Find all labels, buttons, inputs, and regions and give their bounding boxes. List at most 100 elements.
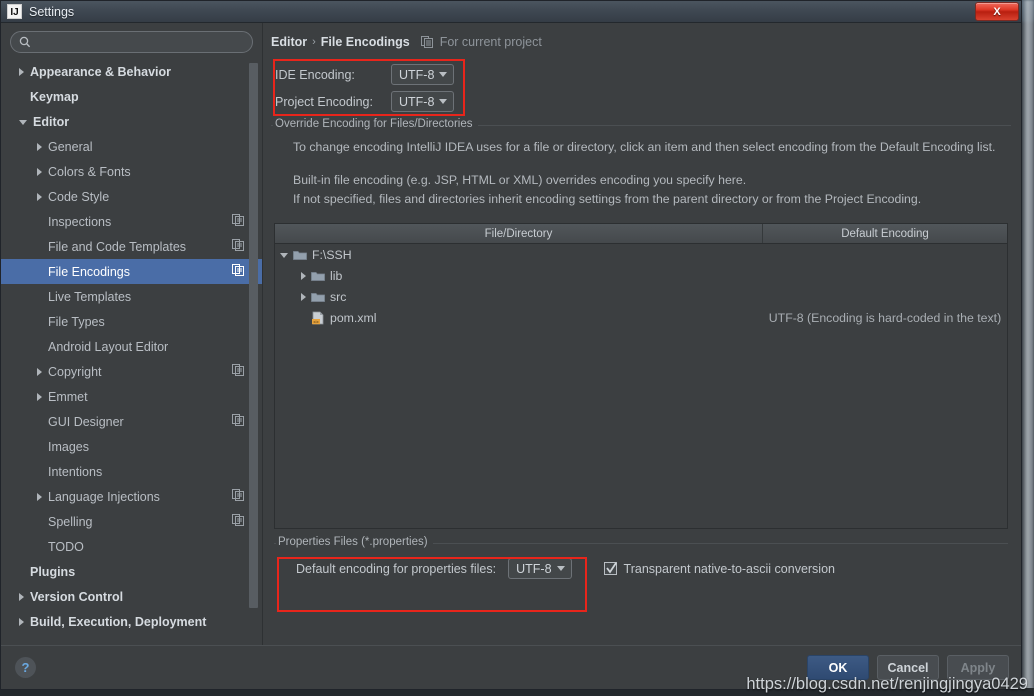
sidebar-item-editor[interactable]: Editor (1, 109, 262, 134)
sidebar-item-file-and-code-templates[interactable]: File and Code Templates (1, 234, 262, 259)
sidebar-item-label: Colors & Fonts (48, 164, 131, 179)
override-encoding-group-title: Override Encoding for Files/Directories (273, 118, 478, 130)
native-to-ascii-checkbox-row[interactable]: Transparent native-to-ascii conversion (603, 562, 835, 576)
copy-icon (232, 214, 244, 226)
sidebar-item-todo[interactable]: TODO (1, 534, 262, 559)
sidebar-item-version-control[interactable]: Version Control (1, 584, 262, 609)
copy-icon (232, 414, 244, 426)
sidebar-item-label: Code Style (48, 189, 110, 204)
settings-dialog: IJ Settings X Appearance & Behavior Keyma… (0, 0, 1022, 690)
sidebar-item-code-style[interactable]: Code Style (1, 184, 262, 209)
properties-encoding-dropdown[interactable]: UTF-8 (508, 558, 572, 579)
sidebar-item-keymap[interactable]: Keymap (1, 84, 262, 109)
table-row[interactable]: F:\SSH (275, 244, 1007, 265)
chevron-right-icon[interactable] (37, 492, 42, 501)
sidebar-item-build-execution-deployment[interactable]: Build, Execution, Deployment (1, 609, 262, 634)
sidebar-item-label: Build, Execution, Deployment (30, 614, 207, 629)
dialog-title-bar[interactable]: IJ Settings X (1, 1, 1021, 23)
ide-encoding-value: UTF-8 (399, 67, 435, 82)
sidebar-item-intentions[interactable]: Intentions (1, 459, 262, 484)
sidebar-item-label: Spelling (48, 514, 93, 529)
chevron-right-icon[interactable] (19, 592, 24, 601)
svg-text:<>: <> (313, 319, 319, 325)
chevron-down-icon (556, 566, 565, 571)
sidebar-item-label: Appearance & Behavior (30, 64, 172, 79)
sidebar-item-plugins[interactable]: Plugins (1, 559, 262, 584)
sidebar-item-inspections[interactable]: Inspections (1, 209, 262, 234)
copy-icon (232, 489, 244, 501)
encoding-settings-rows: IDE Encoding: UTF-8 Project Encoding: UTF-8 (271, 59, 1011, 117)
ide-encoding-label: IDE Encoding: (275, 67, 355, 82)
copy-icon (232, 364, 244, 376)
sidebar-item-copyright[interactable]: Copyright (1, 359, 262, 384)
chevron-right-icon[interactable] (37, 367, 42, 376)
sidebar-item-file-types[interactable]: File Types (1, 309, 262, 334)
properties-encoding-value: UTF-8 (516, 561, 552, 576)
encoding-row-ide-encoding: IDE Encoding: UTF-8 (275, 61, 1011, 88)
table-body: F:\SSH lib src <> pom.xml UTF-8 (Encoding is … (275, 244, 1007, 528)
xml-file-icon: <> (312, 311, 324, 325)
chevron-right-icon[interactable] (37, 192, 42, 201)
close-window-button[interactable]: X (975, 2, 1019, 21)
sidebar-item-live-templates[interactable]: Live Templates (1, 284, 262, 309)
sidebar-item-label: File Types (48, 314, 105, 329)
dialog-title: Settings (29, 4, 75, 19)
override-encoding-group-body: To change encoding IntelliJ IDEA uses fo… (271, 126, 1011, 209)
column-header-file-directory[interactable]: File/Directory (275, 224, 763, 243)
sidebar-item-label: Version Control (30, 589, 124, 604)
folder-icon (311, 271, 325, 281)
properties-files-group: Properties Files (*.properties) Default … (274, 536, 1008, 579)
sidebar-item-emmet[interactable]: Emmet (1, 384, 262, 409)
native-to-ascii-checkbox[interactable] (603, 562, 617, 575)
chevron-down-icon[interactable] (19, 120, 27, 125)
breadcrumb: Editor › File Encodings For current proj… (271, 23, 1011, 59)
breadcrumb-parent[interactable]: Editor (271, 35, 307, 49)
search-input[interactable] (36, 34, 244, 50)
override-paragraph-2: Built-in file encoding (e.g. JSP, HTML o… (293, 173, 747, 187)
file-name: pom.xml (330, 310, 377, 325)
table-header: File/Directory Default Encoding (275, 224, 1007, 244)
dialog-body: Appearance & Behavior Keymap Editor General… (1, 23, 1021, 645)
chevron-right-icon[interactable] (37, 142, 42, 151)
help-button[interactable]: ? (15, 657, 36, 678)
sidebar-item-label: Editor (33, 114, 70, 129)
sidebar-item-general[interactable]: General (1, 134, 262, 159)
sidebar-item-label: File and Code Templates (48, 239, 187, 254)
sidebar-item-android-layout-editor[interactable]: Android Layout Editor (1, 334, 262, 359)
table-cell-file-directory: F:\SSH (275, 248, 763, 262)
sidebar-item-images[interactable]: Images (1, 434, 262, 459)
chevron-right-icon[interactable] (301, 271, 306, 280)
override-paragraph-1: To change encoding IntelliJ IDEA uses fo… (293, 140, 996, 154)
chevron-down-icon (439, 99, 448, 104)
sidebar-item-file-encodings[interactable]: File Encodings (1, 259, 262, 284)
file-name: lib (330, 268, 343, 283)
table-row[interactable]: src (275, 286, 1007, 307)
chevron-down-icon[interactable] (280, 253, 288, 258)
chevron-right-icon[interactable] (19, 617, 24, 626)
table-row[interactable]: lib (275, 265, 1007, 286)
chevron-right-icon[interactable] (19, 67, 24, 76)
ide-encoding-dropdown[interactable]: UTF-8 (391, 64, 455, 85)
project-encoding-dropdown[interactable]: UTF-8 (391, 91, 455, 112)
project-encoding-value: UTF-8 (399, 94, 435, 109)
xml-file-icon-wrap: <> (311, 311, 330, 325)
settings-content-panel: Editor › File Encodings For current proj… (263, 23, 1021, 645)
table-row[interactable]: <> pom.xml UTF-8 (Encoding is hard-coded i… (275, 307, 1007, 328)
search-box[interactable] (10, 31, 253, 53)
sidebar-item-gui-designer[interactable]: GUI Designer (1, 409, 262, 434)
sidebar-item-language-injections[interactable]: Language Injections (1, 484, 262, 509)
chevron-right-icon[interactable] (37, 392, 42, 401)
settings-sidebar: Appearance & Behavior Keymap Editor General… (1, 23, 263, 645)
project-encoding-label: Project Encoding: (275, 94, 373, 109)
sidebar-item-colors-fonts[interactable]: Colors & Fonts (1, 159, 262, 184)
table-cell-default-encoding[interactable]: UTF-8 (Encoding is hard-coded in the tex… (763, 311, 1007, 325)
breadcrumb-separator: › (312, 36, 316, 48)
search-container (1, 23, 262, 57)
chevron-right-icon[interactable] (301, 292, 306, 301)
sidebar-item-spelling[interactable]: Spelling (1, 509, 262, 534)
sidebar-scrollbar-thumb[interactable] (249, 63, 258, 608)
sidebar-item-appearance-behavior[interactable]: Appearance & Behavior (1, 59, 262, 84)
sidebar-item-label: Copyright (48, 364, 102, 379)
column-header-default-encoding[interactable]: Default Encoding (763, 224, 1007, 243)
chevron-right-icon[interactable] (37, 167, 42, 176)
